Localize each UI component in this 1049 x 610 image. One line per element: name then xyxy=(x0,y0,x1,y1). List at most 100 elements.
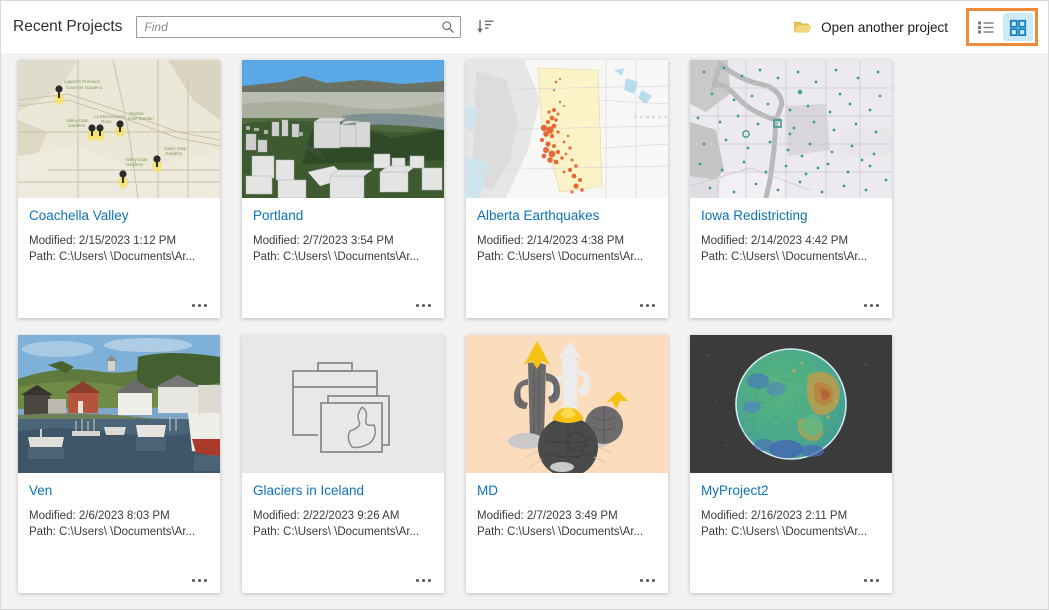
ellipsis-dot xyxy=(204,304,207,307)
projects-grid: Lippert's Premium Gourmet Gardens La Mic… xyxy=(1,53,1049,610)
project-thumbnail: C A N A D A xyxy=(466,60,668,198)
project-title[interactable]: Iowa Redistricting xyxy=(701,208,881,223)
project-modified: Modified: 2/6/2023 8:03 PM xyxy=(29,508,209,524)
project-path: Path: C:\Users\ \Documents\Ar... xyxy=(701,249,881,265)
svg-text:Raza: Raza xyxy=(101,119,112,124)
ellipsis-dot xyxy=(864,304,867,307)
ellipsis-dot xyxy=(198,579,201,582)
project-title[interactable]: Portland xyxy=(253,208,433,223)
project-path: Path: C:\Users\ \Documents\Ar... xyxy=(477,524,657,540)
ellipsis-dot xyxy=(204,579,207,582)
ellipsis-dot xyxy=(870,579,873,582)
project-card[interactable]: MyProject2 Modified: 2/16/2023 2:11 PM P… xyxy=(690,335,892,593)
project-options-button[interactable] xyxy=(412,575,435,586)
ellipsis-dot xyxy=(652,304,655,307)
project-card[interactable]: Iowa Redistricting Modified: 2/14/2023 4… xyxy=(690,60,892,318)
ellipsis-dot xyxy=(416,579,419,582)
project-options-button[interactable] xyxy=(636,300,659,311)
project-card-body: MyProject2 Modified: 2/16/2023 2:11 PM P… xyxy=(690,473,892,593)
project-modified: Modified: 2/7/2023 3:49 PM xyxy=(477,508,657,524)
page-title: Recent Projects xyxy=(13,18,122,36)
sort-descending-icon xyxy=(476,18,496,36)
project-options-button[interactable] xyxy=(412,300,435,311)
project-card[interactable]: Glaciers in Iceland Modified: 2/22/2023 … xyxy=(242,335,444,593)
list-view-icon xyxy=(977,20,995,35)
ellipsis-dot xyxy=(640,579,643,582)
project-card-body: Coachella Valley Modified: 2/15/2023 1:1… xyxy=(18,198,220,318)
project-card[interactable]: Portland Modified: 2/7/2023 3:54 PM Path… xyxy=(242,60,444,318)
ellipsis-dot xyxy=(876,579,879,582)
project-card-body: Glaciers in Iceland Modified: 2/22/2023 … xyxy=(242,473,444,593)
page-header: Recent Projects xyxy=(1,1,1049,53)
svg-text:Lippert's Premium: Lippert's Premium xyxy=(64,79,100,84)
svg-text:C A N A D A: C A N A D A xyxy=(634,115,668,119)
project-thumbnail xyxy=(18,335,220,473)
ellipsis-dot xyxy=(428,304,431,307)
project-thumbnail xyxy=(242,335,444,473)
project-path: Path: C:\Users\ \Documents\Ar... xyxy=(253,249,433,265)
project-modified: Modified: 2/7/2023 3:54 PM xyxy=(253,233,433,249)
project-options-button[interactable] xyxy=(860,300,883,311)
project-thumbnail xyxy=(242,60,444,198)
project-card[interactable]: C A N A D A xyxy=(466,60,668,318)
ellipsis-dot xyxy=(192,304,195,307)
project-title[interactable]: Coachella Valley xyxy=(29,208,209,223)
project-thumbnail xyxy=(690,335,892,473)
ellipsis-dot xyxy=(640,304,643,307)
project-modified: Modified: 2/16/2023 2:11 PM xyxy=(701,508,881,524)
ellipsis-dot xyxy=(864,579,867,582)
svg-text:Gardens: Gardens xyxy=(68,123,86,128)
project-modified: Modified: 2/22/2023 9:26 AM xyxy=(253,508,433,524)
project-card[interactable]: Ven Modified: 2/6/2023 8:03 PM Path: C:\… xyxy=(18,335,220,593)
project-options-button[interactable] xyxy=(636,575,659,586)
search-input[interactable] xyxy=(137,17,460,37)
project-card-body: Portland Modified: 2/7/2023 3:54 PM Path… xyxy=(242,198,444,318)
view-toggle-group xyxy=(966,8,1038,46)
project-thumbnail: Lippert's Premium Gourmet Gardens La Mic… xyxy=(18,60,220,198)
project-thumbnail xyxy=(466,335,668,473)
ellipsis-dot xyxy=(422,579,425,582)
project-title[interactable]: Glaciers in Iceland xyxy=(253,483,433,498)
svg-text:Gourmet Gardens: Gourmet Gardens xyxy=(66,85,103,90)
project-path: Path: C:\Users\ \Documents\Ar... xyxy=(253,524,433,540)
project-card-body: Alberta Earthquakes Modified: 2/14/2023 … xyxy=(466,198,668,318)
grid-view-icon xyxy=(1009,19,1027,36)
project-card[interactable]: Lippert's Premium Gourmet Gardens La Mic… xyxy=(18,60,220,318)
project-modified: Modified: 2/15/2023 1:12 PM xyxy=(29,233,209,249)
project-title[interactable]: MyProject2 xyxy=(701,483,881,498)
ellipsis-dot xyxy=(646,304,649,307)
project-card-body: Iowa Redistricting Modified: 2/14/2023 4… xyxy=(690,198,892,318)
grid-view-button[interactable] xyxy=(1003,13,1033,41)
ellipsis-dot xyxy=(876,304,879,307)
project-modified: Modified: 2/14/2023 4:42 PM xyxy=(701,233,881,249)
project-path: Path: C:\Users\ \Documents\Ar... xyxy=(477,249,657,265)
ellipsis-dot xyxy=(428,579,431,582)
ellipsis-dot xyxy=(646,579,649,582)
list-view-button[interactable] xyxy=(971,13,1001,41)
open-another-project-button[interactable]: Open another project xyxy=(785,15,956,39)
svg-text:Gardens: Gardens xyxy=(165,151,183,156)
project-options-button[interactable] xyxy=(188,575,211,586)
ellipsis-dot xyxy=(198,304,201,307)
project-card-body: MD Modified: 2/7/2023 3:49 PM Path: C:\U… xyxy=(466,473,668,593)
ellipsis-dot xyxy=(652,579,655,582)
project-options-button[interactable] xyxy=(188,300,211,311)
project-card[interactable]: MD Modified: 2/7/2023 3:49 PM Path: C:\U… xyxy=(466,335,668,593)
project-card-body: Ven Modified: 2/6/2023 8:03 PM Path: C:\… xyxy=(18,473,220,593)
project-thumbnail xyxy=(690,60,892,198)
project-path: Path: C:\Users\ \Documents\Ar... xyxy=(701,524,881,540)
open-another-project-label: Open another project xyxy=(821,20,948,35)
sort-button[interactable] xyxy=(471,14,501,40)
header-actions: Open another project xyxy=(785,8,1040,46)
project-title[interactable]: Alberta Earthquakes xyxy=(477,208,657,223)
search-box[interactable] xyxy=(136,16,461,38)
project-path: Path: C:\Users\ \Documents\Ar... xyxy=(29,249,209,265)
ellipsis-dot xyxy=(192,579,195,582)
folder-open-icon xyxy=(793,19,813,35)
ellipsis-dot xyxy=(422,304,425,307)
project-title[interactable]: MD xyxy=(477,483,657,498)
project-title[interactable]: Ven xyxy=(29,483,209,498)
project-options-button[interactable] xyxy=(860,575,883,586)
ellipsis-dot xyxy=(416,304,419,307)
project-path: Path: C:\Users\ \Documents\Ar... xyxy=(29,524,209,540)
